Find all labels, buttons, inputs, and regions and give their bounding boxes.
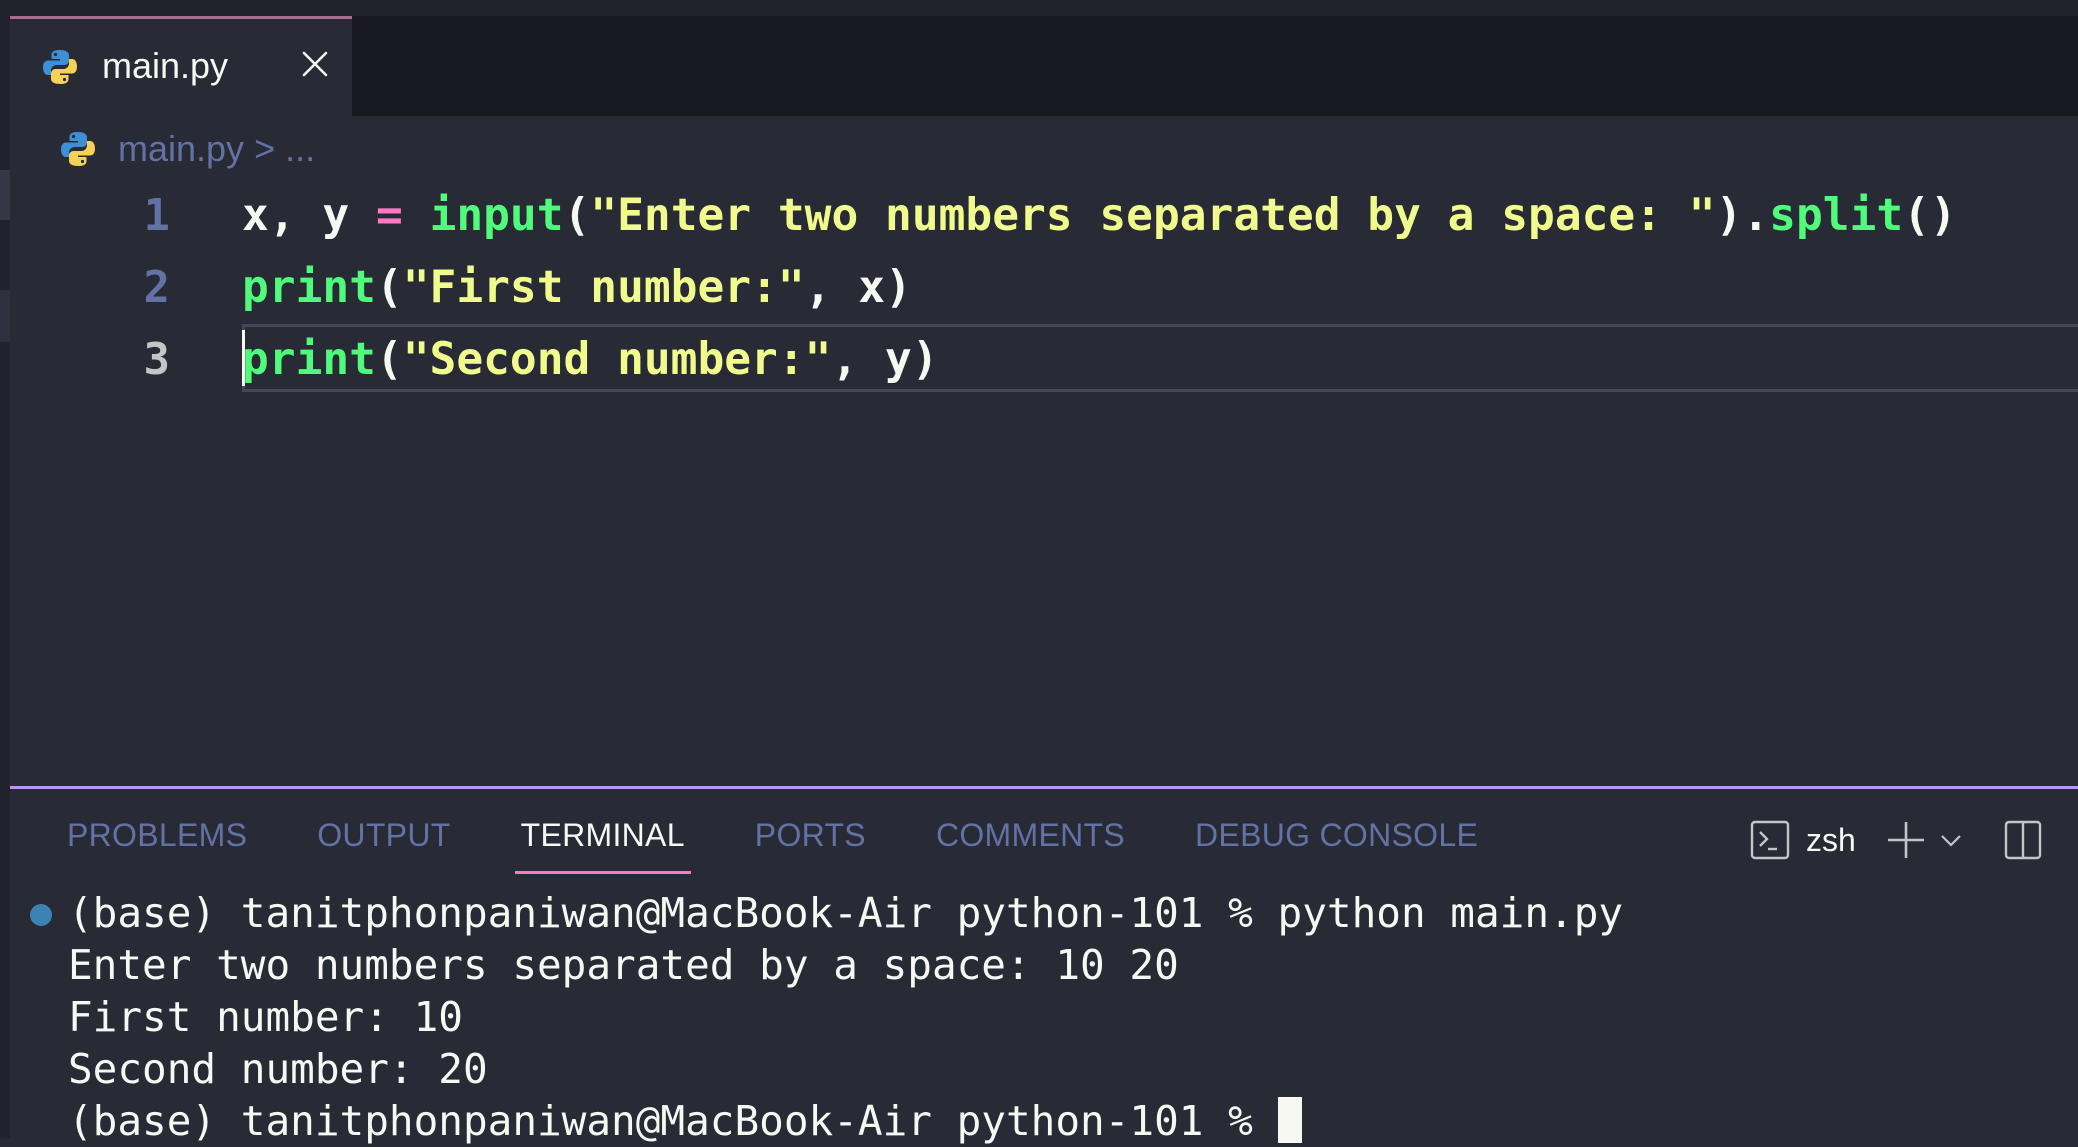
code-token-fn: print xyxy=(242,262,376,313)
code-token-str: "Second number:" xyxy=(402,334,832,385)
close-icon[interactable] xyxy=(300,49,330,79)
editor-tab-bar: main.py xyxy=(10,16,2078,116)
activity-bar-indicator xyxy=(0,170,10,220)
code-editor[interactable]: 1 x, y = input("Enter two numbers separa… xyxy=(10,180,2078,786)
tab-ports[interactable]: PORTS xyxy=(755,817,866,867)
activity-bar-indicator xyxy=(0,290,10,342)
code-text: x, y = input("Enter two numbers separate… xyxy=(242,180,1957,252)
code-token-plain: ). xyxy=(1715,190,1770,241)
terminal-prompt-line[interactable]: (base) tanitphonpaniwan@MacBook-Air pyth… xyxy=(68,1095,1302,1147)
code-token-plain: , x) xyxy=(804,262,912,313)
tab-label: main.py xyxy=(102,45,229,86)
python-icon xyxy=(43,50,77,84)
code-token-str: "First number:" xyxy=(402,262,805,313)
bottom-panel: PROBLEMS OUTPUT TERMINAL PORTS COMMENTS … xyxy=(10,789,2078,1145)
code-text: print("First number:", x) xyxy=(242,252,912,324)
title-bar xyxy=(0,0,2078,16)
breadcrumb: main.py > ... xyxy=(58,124,315,174)
code-text: print("Second number:", y) xyxy=(242,324,939,396)
terminal-shell-name[interactable]: zsh xyxy=(1806,822,1856,859)
line-number: 3 xyxy=(143,334,171,385)
code-token-str: "Enter two numbers separated by a space:… xyxy=(590,190,1716,241)
terminal-cursor xyxy=(1277,1097,1302,1143)
plus-icon[interactable] xyxy=(1886,820,1926,860)
tab-comments[interactable]: COMMENTS xyxy=(936,817,1125,867)
terminal-line: Second number: 20 xyxy=(68,1045,488,1093)
text-cursor xyxy=(242,330,245,386)
breadcrumb-file[interactable]: main.py xyxy=(118,128,244,170)
activity-bar-edge xyxy=(0,0,10,1138)
chevron-down-icon[interactable] xyxy=(1938,827,1964,853)
panel-tabs: PROBLEMS OUTPUT TERMINAL PORTS COMMENTS … xyxy=(67,817,1548,874)
line-number: 2 xyxy=(143,262,171,313)
line-number: 1 xyxy=(143,190,171,241)
tab-problems[interactable]: PROBLEMS xyxy=(67,817,247,867)
terminal-line: (base) tanitphonpaniwan@MacBook-Air pyth… xyxy=(68,889,1624,937)
breadcrumb-separator-icon: > xyxy=(254,128,276,169)
terminal-line: First number: 10 xyxy=(68,993,463,1041)
code-token-fn: print xyxy=(242,334,376,385)
code-token-plain: () xyxy=(1903,190,1957,241)
python-icon xyxy=(61,132,95,166)
breadcrumb-symbols[interactable]: ... xyxy=(285,128,315,170)
code-token-plain: x, y xyxy=(242,190,376,241)
terminal-line: Enter two numbers separated by a space: … xyxy=(68,941,1179,989)
code-token-op: = xyxy=(375,190,403,241)
code-line[interactable]: 3 print("Second number:", y) xyxy=(10,324,2078,396)
code-line[interactable]: 2 print("First number:", x) xyxy=(10,252,2078,324)
split-panel-icon[interactable] xyxy=(2004,820,2042,860)
code-token-fn: split xyxy=(1769,190,1904,241)
code-token-fn: input xyxy=(429,190,564,241)
command-status-dot-icon[interactable] xyxy=(30,904,52,926)
tab-terminal[interactable]: TERMINAL xyxy=(514,817,692,874)
panel-toolbar: zsh xyxy=(1750,815,2042,865)
code-line[interactable]: 1 x, y = input("Enter two numbers separa… xyxy=(10,180,2078,252)
terminal-icon[interactable] xyxy=(1750,820,1790,860)
code-token-plain: ( xyxy=(375,334,403,385)
tab-output[interactable]: OUTPUT xyxy=(317,817,450,867)
editor-tab-main-py[interactable]: main.py xyxy=(10,16,352,116)
code-token-plain: , y) xyxy=(831,334,939,385)
tab-debug-console[interactable]: DEBUG CONSOLE xyxy=(1195,817,1478,867)
code-token-plain: ( xyxy=(563,190,591,241)
code-token-plain: ( xyxy=(375,262,403,313)
